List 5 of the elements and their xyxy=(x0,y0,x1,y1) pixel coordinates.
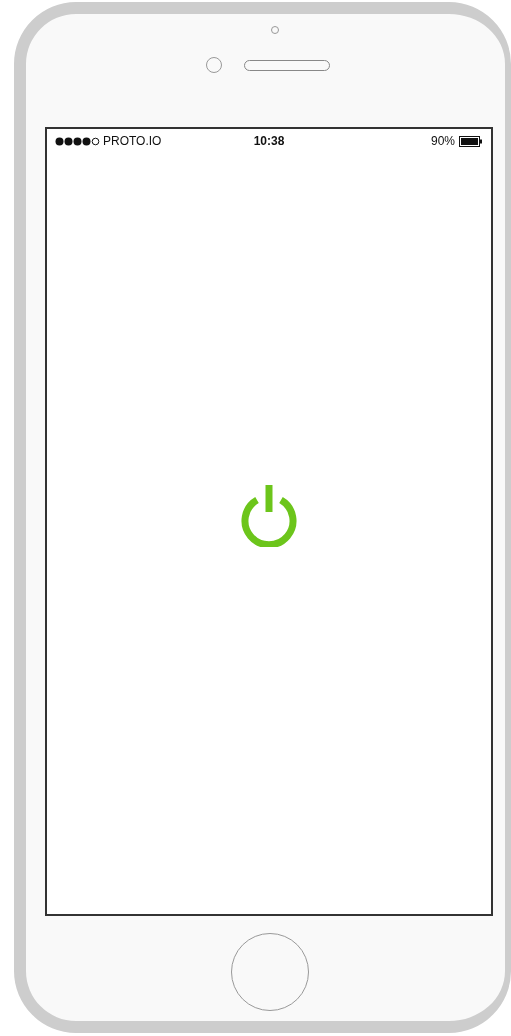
battery-percent: 90% xyxy=(430,134,455,148)
status-time: 10:38 xyxy=(253,134,285,148)
battery-icon xyxy=(459,135,483,147)
signal-icon xyxy=(55,136,100,146)
carrier-name: PROTO.IO xyxy=(103,134,162,148)
